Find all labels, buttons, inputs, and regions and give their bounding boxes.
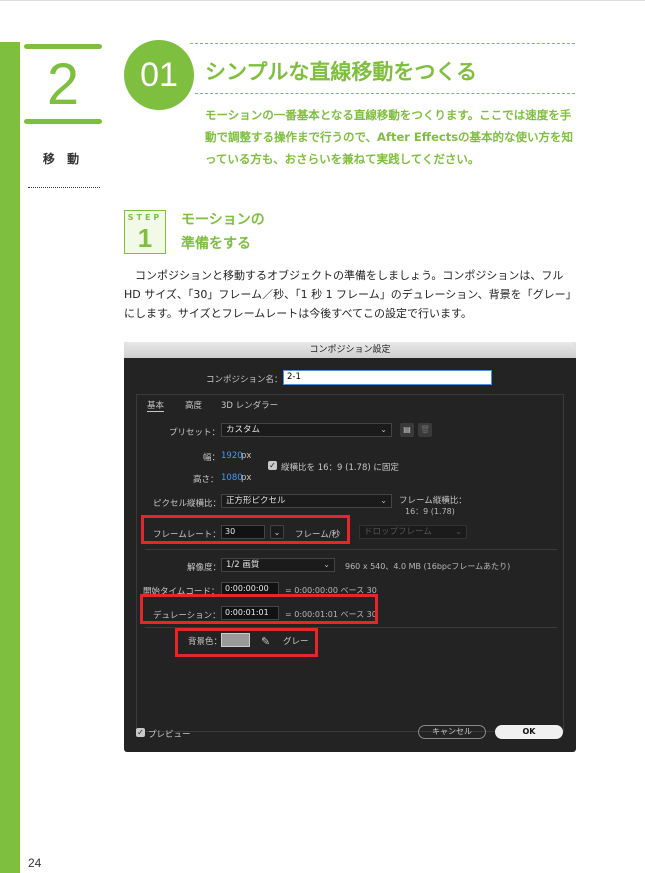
section-rule-top <box>190 43 575 44</box>
chapter-side-bar <box>0 42 20 873</box>
dialog-body: コンポジション名： 2-1 基本 高度 3D レンダラー プリセット： カスタム… <box>124 358 576 752</box>
resolution-label: 解像度： <box>187 563 222 573</box>
step-title-line-2: 準備をする <box>181 236 251 252</box>
composition-settings-dialog: コンポジション設定 コンポジション名： 2-1 基本 高度 3D レンダラー プ… <box>124 342 576 752</box>
chevron-down-icon: ⌄ <box>455 527 462 536</box>
step-number: 1 <box>137 223 153 253</box>
step-title-line-1: モーションの <box>181 212 265 228</box>
preset-select[interactable]: カスタム ⌄ <box>221 423 392 437</box>
step-title: モーションの 準備をする <box>181 208 265 256</box>
body-paragraph: コンポジションと移動するオブジェクトの準備をしましょう。コンポジションは、フル … <box>124 269 577 320</box>
chevron-down-icon: ⌄ <box>323 560 330 569</box>
chapter-number: 2 <box>46 52 80 117</box>
width-label: 幅： <box>203 453 221 463</box>
chevron-down-icon: ⌄ <box>380 496 387 505</box>
pixel-aspect-select[interactable]: 正方形ピクセル ⌄ <box>221 494 392 508</box>
lock-aspect-checkbox[interactable]: ✓ <box>268 461 277 470</box>
section-number-badge: 01 <box>124 40 194 110</box>
lock-aspect-label: 縦横比を 16：9 (1.78) に固定 <box>281 463 399 473</box>
tab-3d-renderer[interactable]: 3D レンダラー <box>221 399 278 411</box>
section-title: シンプルな直線移動をつくる <box>205 60 477 84</box>
height-unit: px <box>241 473 252 483</box>
preview-checkbox[interactable]: ✓ <box>136 728 145 737</box>
save-preset-icon[interactable]: ▤ <box>400 423 414 437</box>
framerate-highlight <box>141 515 350 544</box>
dialog-title: コンポジション設定 <box>124 342 576 358</box>
drop-frame-select: ドロップフレーム ⌄ <box>359 525 467 539</box>
pixel-aspect-label: ピクセル縦横比： <box>153 499 222 509</box>
preview-label: プレビュー <box>148 730 191 740</box>
chapter-label: 移 動 <box>42 152 84 166</box>
page-number: 24 <box>28 856 42 870</box>
tab-advanced[interactable]: 高度 <box>185 399 202 411</box>
duration-highlight <box>140 594 378 624</box>
resolution-select[interactable]: 1/2 画質 ⌄ <box>221 558 335 572</box>
chapter-rule-bottom <box>24 119 102 124</box>
settings-panel: 基本 高度 3D レンダラー プリセット： カスタム ⌄ ▤ 🗑 幅： 1920… <box>136 394 564 732</box>
tab-basic[interactable]: 基本 <box>147 399 165 412</box>
ok-button[interactable]: OK <box>495 725 563 739</box>
chevron-down-icon: ⌄ <box>380 425 387 434</box>
resolution-info: 960 x 540、4.0 MB (16bpcフレームあたり) <box>345 562 511 571</box>
section-rule-bottom <box>195 93 575 94</box>
chapter-rule-top <box>24 44 102 49</box>
height-label: 高さ： <box>193 475 219 485</box>
comp-name-input[interactable]: 2-1 <box>283 370 492 385</box>
drop-frame-value: ドロップフレーム <box>364 527 432 537</box>
section-description: モーションの一番基本となる直線移動をつくります。ここでは速度を手動で調整する操作… <box>205 108 574 166</box>
width-value[interactable]: 1920 <box>221 451 243 461</box>
bg-color-highlight <box>175 628 318 657</box>
preset-value: カスタム <box>226 425 261 435</box>
step-badge: STEP 1 <box>124 210 166 254</box>
frame-aspect-label: フレーム縦横比： <box>399 496 467 506</box>
height-value[interactable]: 1080 <box>221 473 243 483</box>
comp-name-label: コンポジション名： <box>206 375 283 385</box>
preset-label: プリセット： <box>169 428 221 438</box>
pixel-aspect-value: 正方形ピクセル <box>226 496 286 506</box>
width-unit: px <box>241 451 252 461</box>
chapter-divider <box>28 187 100 188</box>
delete-preset-icon[interactable]: 🗑 <box>418 423 432 437</box>
section-divider <box>145 549 557 550</box>
resolution-value: 1/2 画質 <box>226 560 260 570</box>
cancel-button[interactable]: キャンセル <box>418 725 486 739</box>
frame-aspect-value: 16：9 (1.78) <box>405 507 455 516</box>
top-rule <box>0 0 645 1</box>
